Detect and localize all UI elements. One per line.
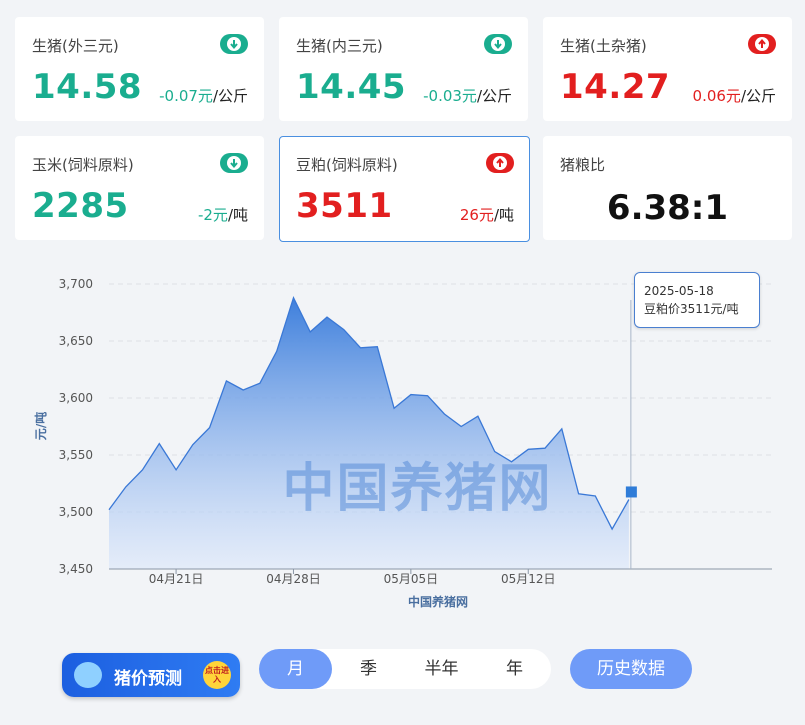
promo-label: 猪价预测 [114, 669, 182, 689]
price-card-pig-local[interactable]: 生猪(土杂猪) 14.27 0.06元/公斤 [543, 17, 792, 121]
x-axis-title: 中国养猪网 [408, 594, 468, 609]
arrow-down-icon [220, 34, 248, 54]
change-amount: 0.06元 [692, 87, 741, 105]
card-value: 14.58 [32, 67, 143, 107]
price-card-corn[interactable]: 玉米(饲料原料) 2285 -2元/吨 [15, 136, 264, 240]
y-tick-label: 3,450 [59, 562, 93, 576]
card-change: -2元/吨 [198, 204, 248, 225]
card-value: 3511 [296, 186, 393, 226]
area-fill [109, 297, 629, 569]
cloud-logo-icon [74, 662, 102, 688]
range-halfyear-button[interactable]: 半年 [405, 649, 478, 689]
card-change: 26元/吨 [460, 204, 514, 225]
arrow-down-icon [220, 153, 248, 173]
click-enter-badge: 点击进入 [203, 661, 231, 689]
card-change: -0.03元/公斤 [423, 85, 512, 106]
x-tick-label: 04月28日 [266, 572, 321, 586]
change-amount: -0.03元 [423, 87, 477, 105]
y-tick-label: 3,700 [59, 277, 93, 291]
change-unit: /吨 [227, 206, 248, 224]
card-title: 生猪(土杂猪) [560, 37, 647, 55]
change-amount: -0.07元 [159, 87, 213, 105]
card-change: 0.06元/公斤 [693, 85, 776, 106]
price-card-soymeal[interactable]: 豆粕(饲料原料) 3511 26元/吨 [279, 136, 530, 242]
card-title: 猪粮比 [560, 156, 606, 174]
arrow-up-icon [748, 34, 776, 54]
change-unit: /公斤 [740, 87, 776, 105]
range-year-button[interactable]: 年 [478, 649, 551, 689]
price-card-pig-outer[interactable]: 生猪(外三元) 14.58 -0.07元/公斤 [15, 17, 264, 121]
x-tick-label: 05月12日 [501, 572, 556, 586]
arrow-up-icon [486, 153, 514, 173]
card-title: 豆粕(饲料原料) [296, 156, 398, 174]
change-amount: 26元 [459, 206, 494, 224]
card-title: 生猪(内三元) [296, 37, 383, 55]
y-axis-title: 元/吨 [33, 412, 48, 440]
price-card-pig-inner[interactable]: 生猪(内三元) 14.45 -0.03元/公斤 [279, 17, 528, 121]
range-quarter-button[interactable]: 季 [332, 649, 405, 689]
change-unit: /公斤 [476, 87, 512, 105]
change-amount: -2元 [197, 206, 228, 224]
card-title: 生猪(外三元) [32, 37, 119, 55]
tooltip-date: 2025-05-18 [644, 284, 714, 298]
x-tick-label: 04月21日 [149, 572, 204, 586]
range-month-button[interactable]: 月 [259, 649, 332, 689]
card-value: 14.45 [296, 67, 407, 107]
watermark: 中国养猪网 [282, 459, 553, 519]
arrow-down-icon [484, 34, 512, 54]
ratio-card[interactable]: 猪粮比 6.38:1 [543, 136, 792, 240]
y-tick-label: 3,650 [59, 334, 93, 348]
card-value: 14.27 [560, 67, 671, 107]
x-tick-label: 05月05日 [384, 572, 439, 586]
change-unit: /公斤 [212, 87, 248, 105]
pig-grain-ratio: 6.38:1 [606, 188, 729, 228]
history-data-button[interactable]: 历史数据 [570, 649, 692, 689]
tooltip-text: 豆粕价3511元/吨 [644, 302, 739, 316]
price-forecast-button[interactable]: 猪价预测 点击进入 [62, 653, 240, 697]
y-tick-label: 3,600 [59, 391, 93, 405]
card-change: -0.07元/公斤 [159, 85, 248, 106]
chart-tooltip: 2025-05-18 豆粕价3511元/吨 [634, 272, 760, 328]
range-selector: 月 季 半年 年 [259, 649, 551, 689]
card-title: 玉米(饲料原料) [32, 156, 134, 174]
change-unit: /吨 [493, 206, 514, 224]
card-value: 2285 [32, 186, 129, 226]
